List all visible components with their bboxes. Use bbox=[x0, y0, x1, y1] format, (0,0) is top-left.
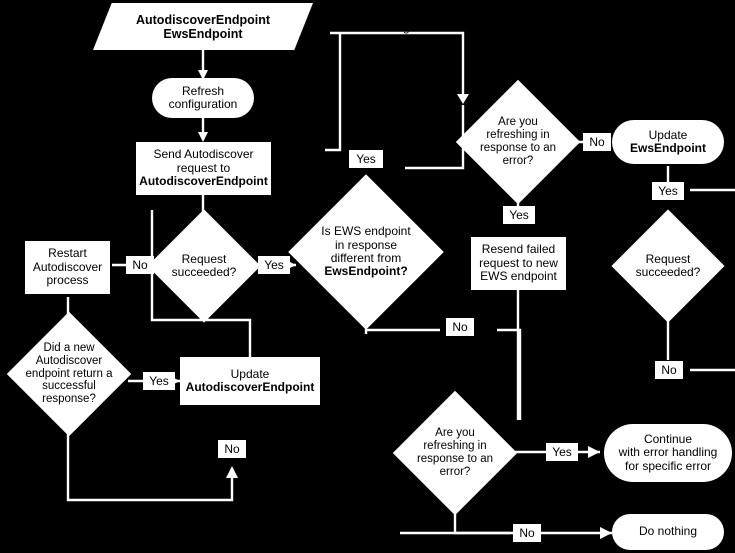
node-do-nothing[interactable]: Do nothing bbox=[612, 514, 724, 550]
update-autodiscover-line2: AutodiscoverEndpoint bbox=[185, 380, 315, 394]
edge-label-refresh-bottom-yes: Yes bbox=[546, 443, 578, 461]
refresh-bottom-line3: response to an bbox=[416, 453, 494, 465]
edge-label-refresh-top-no: No bbox=[583, 133, 611, 151]
edge-isews-no bbox=[364, 328, 440, 334]
edge-label-request-right-no: No bbox=[655, 361, 683, 379]
refresh-bottom-line2: refreshing in bbox=[423, 440, 487, 453]
edge-label-ews-yes: Yes bbox=[349, 150, 383, 168]
is-ews-line1: Is EWS endpoint bbox=[321, 224, 411, 239]
cached-configuration-data-label: Cached configuration data bbox=[333, 20, 474, 34]
arrow-refreshbottom-no bbox=[600, 527, 612, 539]
node-send-autodiscover-request[interactable]: Send Autodiscover request to Autodiscove… bbox=[136, 142, 271, 195]
request-succeeded-left-line2: succeeded? bbox=[171, 265, 237, 279]
request-succeeded-right-line2: succeeded? bbox=[635, 265, 701, 279]
refresh-bottom-line1: Are you bbox=[435, 427, 475, 440]
edge-label-is-ews-no: No bbox=[446, 318, 474, 336]
refresh-top-line4: error? bbox=[502, 154, 534, 167]
node-cached-endpoints[interactable]: AutodiscoverEndpoint EwsEndpoint bbox=[93, 3, 313, 50]
node-are-you-refreshing-top[interactable]: Are you refreshing in response to an err… bbox=[455, 79, 581, 205]
update-ews-line2: EwsEndpoint bbox=[630, 141, 706, 155]
is-ews-line2: in response bbox=[334, 237, 398, 252]
edge-didnew-no bbox=[66, 432, 234, 502]
edge-ewsyes-to-refreshtop bbox=[405, 105, 465, 170]
edge-label-did-new-no: No bbox=[218, 440, 246, 458]
update-ews-line1: Update bbox=[648, 127, 688, 142]
edge-label-request-left-yes: Yes bbox=[258, 256, 290, 274]
refresh-top-line3: response to an bbox=[479, 142, 557, 154]
is-ews-line4: EwsEndpoint? bbox=[324, 264, 408, 279]
resend-failed-line1: Resend failed bbox=[481, 242, 556, 257]
node-resend-failed-request[interactable]: Resend failed request to new EWS endpoin… bbox=[471, 237, 566, 290]
restart-autodiscover-line2: Autodiscover bbox=[32, 259, 103, 274]
edge-label-refresh-bottom-no: No bbox=[513, 524, 541, 542]
send-autodiscover-line2: request to bbox=[176, 160, 231, 175]
continue-error-line1: Continue bbox=[643, 431, 693, 446]
node-is-ews-endpoint-different[interactable]: Is EWS endpoint in response different fr… bbox=[288, 174, 444, 330]
arrow-refreshbottom-yes bbox=[588, 446, 600, 458]
refresh-bottom-line4: error? bbox=[439, 465, 471, 478]
did-new-line5: response? bbox=[42, 393, 96, 406]
update-autodiscover-line1: Update bbox=[230, 366, 270, 381]
cached-endpoints-line1: AutodiscoverEndpoint bbox=[135, 12, 271, 27]
node-restart-autodiscover-process[interactable]: Restart Autodiscover process bbox=[25, 241, 110, 294]
edge-isews-no-down bbox=[497, 328, 522, 420]
edge-label-update-ews-yes: Yes bbox=[652, 182, 684, 200]
did-new-line3: endpoint return a bbox=[25, 367, 113, 380]
edge-top-down-yes bbox=[325, 33, 342, 152]
continue-error-line2: with error handling bbox=[618, 445, 718, 460]
edge-label-refresh-top-yes: Yes bbox=[503, 206, 535, 224]
arrow-didnew-no bbox=[226, 466, 238, 478]
node-are-you-refreshing-bottom[interactable]: Are you refreshing in response to an err… bbox=[392, 390, 518, 516]
node-request-succeeded-left[interactable]: Request succeeded? bbox=[147, 209, 261, 323]
did-new-line2: Autodiscover bbox=[35, 354, 103, 367]
resend-failed-line2: request to new bbox=[479, 255, 558, 270]
flowchart-canvas: Cached configuration data AutodiscoverEn… bbox=[0, 0, 735, 553]
refresh-configuration-line2: configuration bbox=[168, 97, 238, 111]
node-refresh-configuration[interactable]: Refresh configuration bbox=[152, 78, 254, 118]
restart-autodiscover-line3: process bbox=[46, 273, 89, 288]
edge-label-did-new-yes: Yes bbox=[143, 372, 175, 390]
cached-endpoints-line2: EwsEndpoint bbox=[163, 26, 243, 41]
edge-cached-top-right bbox=[330, 31, 465, 100]
is-ews-line3: different from bbox=[330, 251, 402, 265]
send-autodiscover-line3: AutodiscoverEndpoint bbox=[139, 174, 268, 189]
refresh-configuration-line1: Refresh bbox=[181, 83, 225, 98]
did-new-line4: successful bbox=[42, 380, 96, 393]
node-did-new-endpoint-return-success[interactable]: Did a new Autodiscover endpoint return a… bbox=[6, 311, 132, 437]
node-update-ews-endpoint[interactable]: Update EwsEndpoint bbox=[612, 120, 724, 164]
refresh-top-line2: refreshing in bbox=[486, 129, 550, 142]
refresh-top-line1: Are you bbox=[498, 116, 538, 129]
do-nothing-label: Do nothing bbox=[638, 524, 698, 539]
resend-failed-line3: EWS endpoint bbox=[480, 269, 557, 284]
arrow-refresh-send bbox=[198, 132, 208, 142]
continue-error-line3: for specific error bbox=[624, 458, 712, 473]
request-succeeded-right-line1: Request bbox=[645, 251, 691, 266]
edge-label-request-left-no: No bbox=[126, 256, 154, 274]
node-update-autodiscover-endpoint[interactable]: Update AutodiscoverEndpoint bbox=[180, 357, 320, 405]
send-autodiscover-line1: Send Autodiscover bbox=[153, 147, 254, 162]
node-continue-error-handling[interactable]: Continue with error handling for specifi… bbox=[604, 424, 732, 482]
request-succeeded-left-line1: Request bbox=[181, 251, 227, 266]
node-request-succeeded-right[interactable]: Request succeeded? bbox=[611, 209, 725, 323]
did-new-line1: Did a new bbox=[43, 341, 95, 354]
restart-autodiscover-line1: Restart bbox=[48, 246, 87, 261]
